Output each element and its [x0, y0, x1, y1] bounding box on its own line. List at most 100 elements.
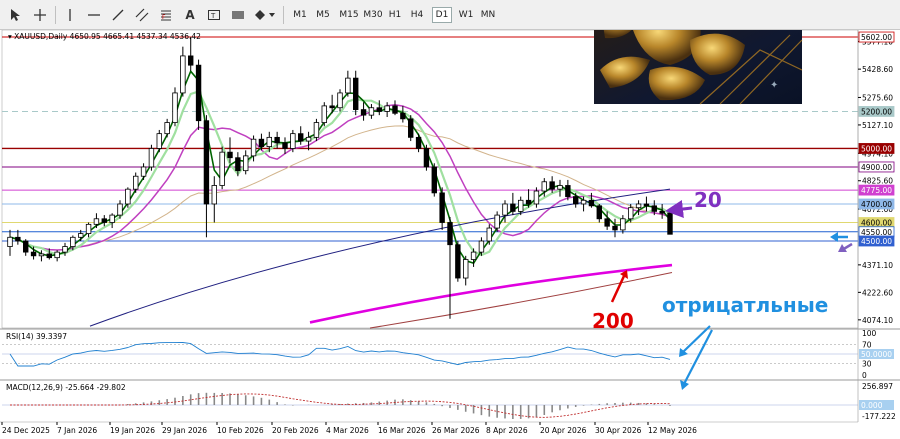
macd-tick: -177.222 — [862, 412, 896, 421]
price-tick: 5275.60 — [862, 93, 893, 102]
candle-body — [164, 122, 170, 135]
candle-body — [93, 218, 100, 225]
candle-body — [78, 233, 84, 238]
candle-body — [125, 188, 131, 205]
price-badge-text: 5000.00 — [861, 144, 892, 153]
cursor-icon[interactable] — [6, 5, 26, 25]
candle-body — [400, 112, 406, 120]
candle-body — [643, 203, 650, 207]
candle-body — [305, 136, 312, 142]
candle-body — [15, 236, 21, 242]
rsi-badge-text: 50.0000 — [861, 350, 892, 359]
comment-label: отрицатльные — [662, 293, 828, 317]
candle-body — [54, 251, 60, 259]
rsi-title: RSI(14) 39.3397 — [6, 332, 67, 341]
candle-body — [258, 138, 265, 148]
macd-tick: 256.897 — [862, 382, 893, 391]
candle-body — [203, 120, 210, 205]
horizontal-line-icon[interactable] — [84, 5, 104, 25]
price-badge: 5200.00 — [858, 106, 895, 117]
candle-body — [337, 92, 343, 109]
candle — [337, 89, 343, 112]
candle-body — [439, 192, 445, 223]
candle-body — [227, 151, 233, 159]
candle-body — [290, 133, 296, 149]
timeframe-m5[interactable]: M5 — [313, 7, 333, 23]
candle-body — [478, 240, 485, 253]
timeframe-mn[interactable]: MN — [478, 7, 498, 23]
candle-body — [494, 214, 500, 229]
price-badge-text: 4550.00 — [861, 228, 892, 237]
timeframe-w1[interactable]: W1 — [456, 7, 476, 23]
date-label: 16 Mar 2026 — [378, 426, 426, 435]
date-label: 19 Jan 2026 — [110, 426, 155, 435]
candle-body — [455, 244, 461, 279]
date-label: 20 Feb 2026 — [272, 426, 319, 435]
candle-body — [360, 109, 367, 116]
timeframe-d1[interactable]: D1 — [432, 7, 452, 23]
macd-badge-text: 0.000 — [861, 401, 883, 410]
macd-title: MACD(12,26,9) -25.664 -29.802 — [6, 383, 126, 392]
channel-icon[interactable] — [132, 5, 152, 25]
shapes-icon[interactable] — [252, 5, 278, 25]
timeframe-h1[interactable]: H1 — [385, 7, 405, 23]
price-badge: 4600.00 — [858, 217, 895, 228]
candle-body — [148, 148, 155, 168]
candle-body — [23, 240, 29, 253]
timeframe-m1[interactable]: M1 — [290, 7, 310, 23]
price-tick: 4825.60 — [862, 177, 893, 186]
price-badge-text: 4775.00 — [861, 186, 892, 195]
candle-body — [502, 203, 508, 216]
price-badge: 4700.00 — [858, 198, 895, 210]
price-badge-text: 4700.00 — [861, 200, 892, 209]
candle-body — [180, 55, 186, 94]
candle-body — [117, 203, 123, 216]
candle-body — [235, 157, 241, 172]
price-badge-text: 4600.00 — [861, 218, 892, 227]
vertical-line-icon[interactable] — [60, 5, 80, 25]
candle-body — [415, 136, 422, 149]
price-tick: 5127.10 — [862, 121, 893, 130]
candle — [195, 59, 202, 130]
fibonacci-icon[interactable]: F — [156, 5, 176, 25]
candle-body — [604, 218, 610, 227]
candle — [431, 163, 437, 197]
candle-body — [384, 105, 390, 112]
rectangle-icon[interactable] — [228, 5, 248, 25]
candle-body — [580, 199, 587, 205]
candle-body — [620, 218, 626, 231]
timeframe-m30[interactable]: M30 — [360, 7, 386, 23]
date-label: 24 Dec 2025 — [2, 426, 50, 435]
candle — [408, 115, 414, 142]
trend-line-icon[interactable] — [108, 5, 128, 25]
date-label: 10 Feb 2026 — [217, 426, 264, 435]
candle-body — [298, 133, 304, 142]
candle-body — [525, 199, 532, 205]
price-badge: 4550.00 — [858, 226, 895, 238]
date-label: 29 Jan 2026 — [162, 426, 207, 435]
candle-body — [667, 212, 673, 235]
price-badge-text: 4900.00 — [861, 163, 892, 172]
crosshair-icon[interactable] — [30, 5, 50, 25]
candle — [290, 129, 296, 153]
gold-photo: ✦ — [594, 30, 803, 105]
toolbar-separator — [283, 6, 284, 24]
candle — [423, 144, 430, 171]
text-icon[interactable]: A — [180, 5, 200, 25]
candle-body — [188, 55, 194, 66]
price-badge: 4775.00 — [858, 184, 895, 196]
candle-body — [345, 77, 351, 94]
chart-area[interactable]: ▾ XAUUSD,Daily 4650.95 4665.41 4537.34 4… — [0, 30, 900, 439]
candle — [219, 146, 225, 190]
timeframe-h4[interactable]: H4 — [407, 7, 427, 23]
candle-body — [635, 203, 642, 209]
candle-body — [30, 251, 37, 257]
candle-body — [557, 185, 563, 190]
candle-body — [70, 236, 76, 247]
candle-body — [541, 181, 547, 192]
timeframe-m15[interactable]: M15 — [336, 7, 362, 23]
candle-body — [510, 203, 516, 212]
candle-body — [219, 151, 225, 186]
candle-body — [140, 166, 147, 177]
label-icon[interactable]: T — [204, 5, 224, 25]
